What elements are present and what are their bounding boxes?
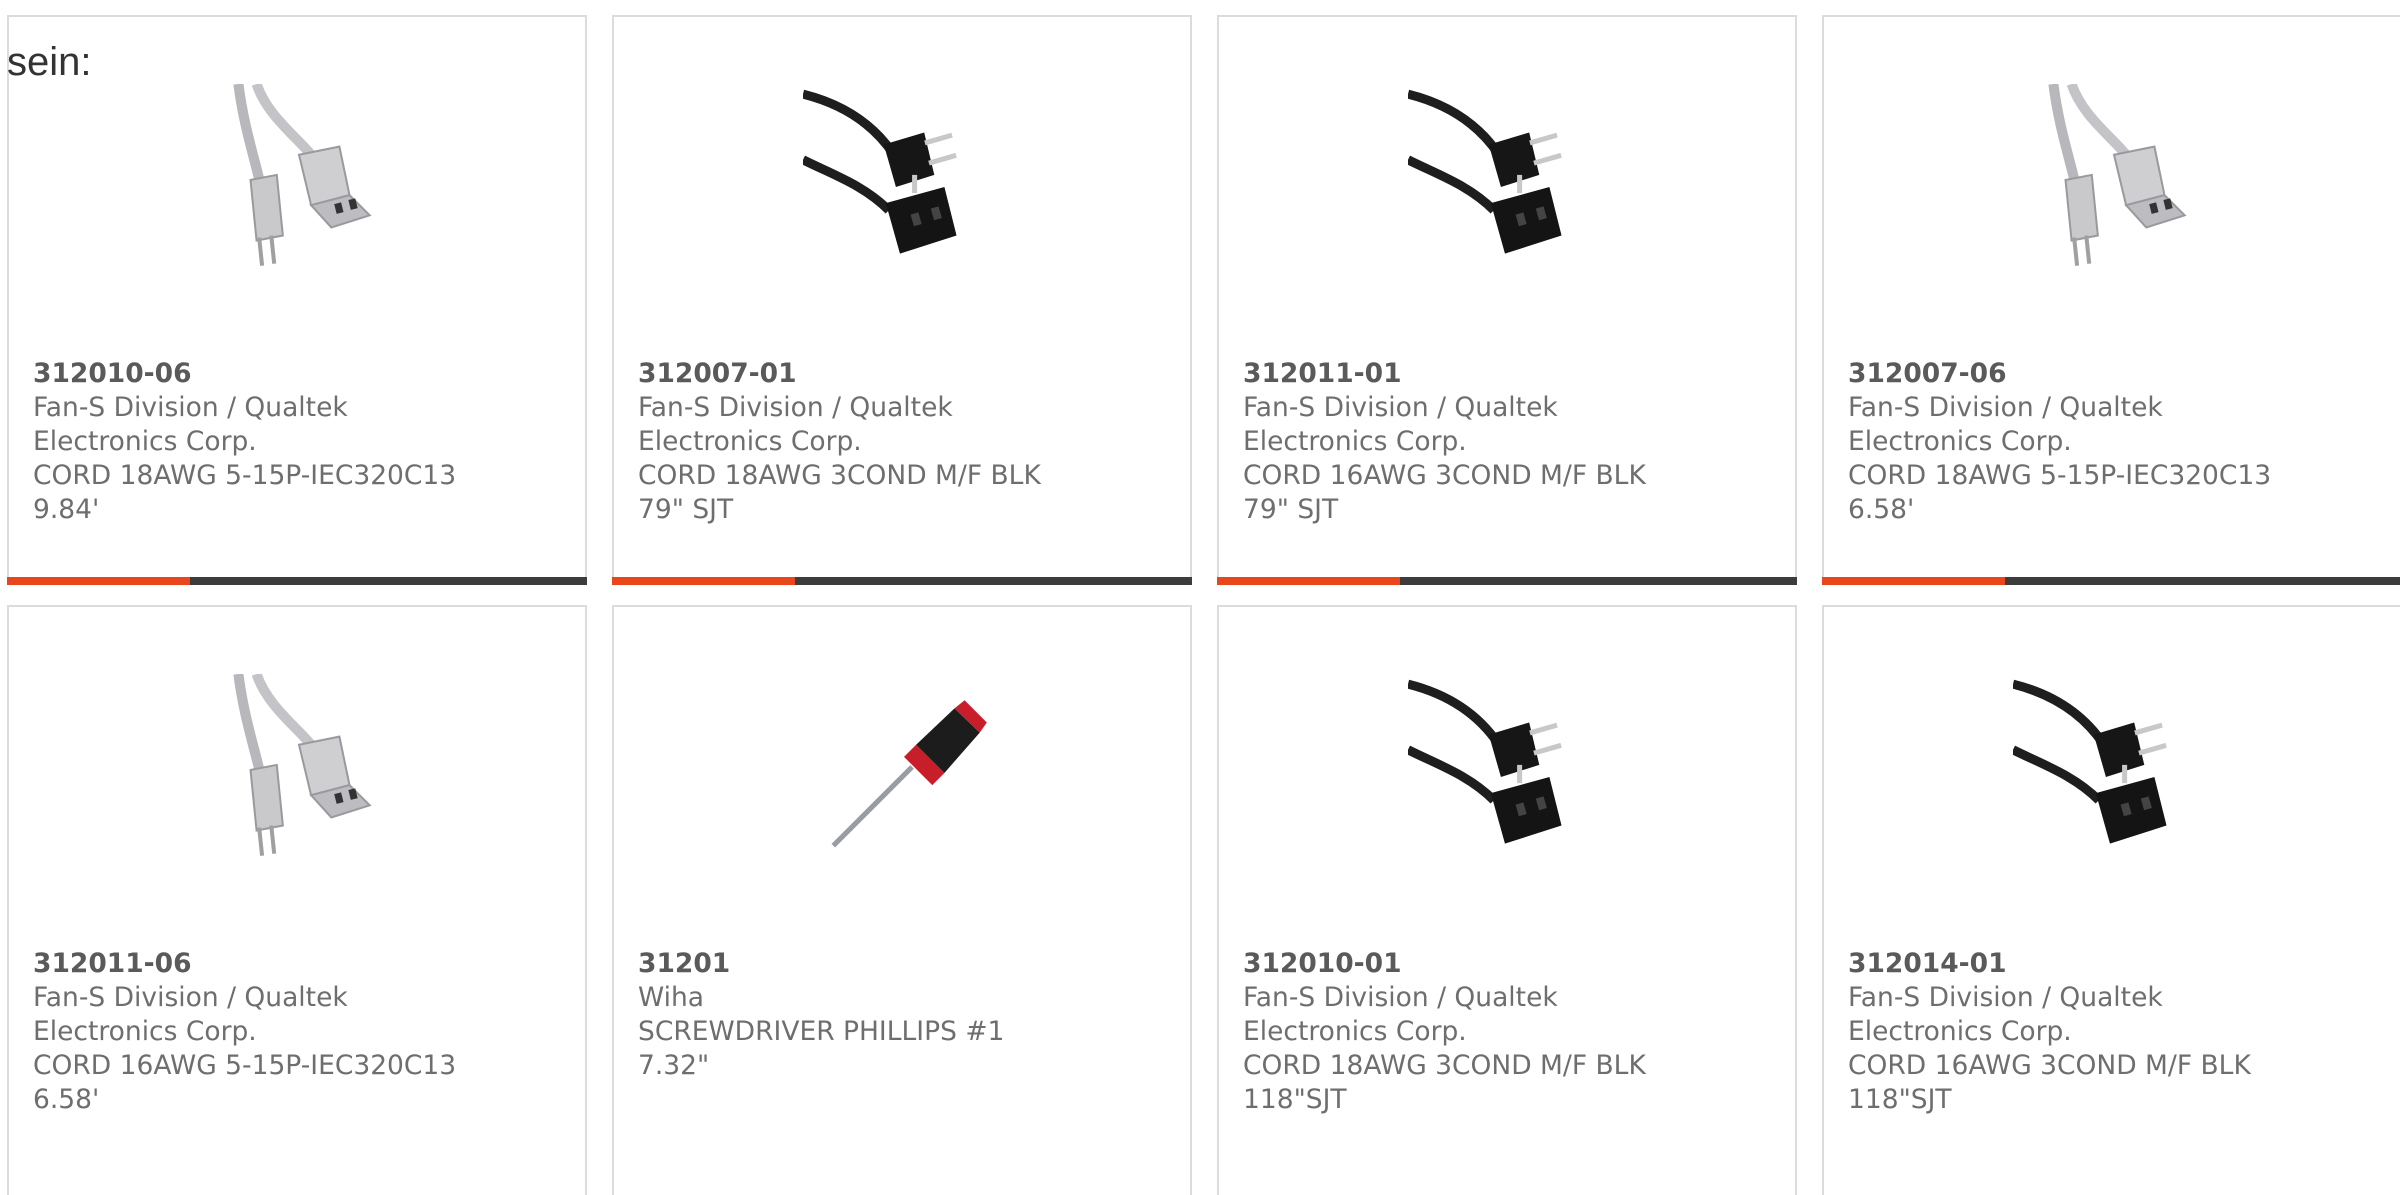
manufacturer: Fan-S Division / Qualtek bbox=[1848, 982, 2163, 1013]
description-line2: 118"SJT bbox=[1848, 1084, 1952, 1115]
product-info: 31201 Wiha SCREWDRIVER PHILLIPS #1 7.32" bbox=[638, 947, 1170, 1083]
card-accent-bar bbox=[612, 577, 1192, 585]
description: CORD 16AWG 3COND M/F BLK bbox=[1243, 460, 1646, 491]
manufacturer-line2: Electronics Corp. bbox=[638, 426, 862, 457]
manufacturer: Fan-S Division / Qualtek bbox=[33, 982, 348, 1013]
description: CORD 16AWG 5-15P-IEC320C13 bbox=[33, 1050, 457, 1081]
card-accent-bar bbox=[7, 577, 587, 585]
part-number[interactable]: 312010-06 bbox=[33, 357, 565, 391]
description: CORD 16AWG 3COND M/F BLK bbox=[1848, 1050, 2251, 1081]
black-power-cord-icon bbox=[1408, 679, 1562, 844]
description-line2: 118"SJT bbox=[1243, 1084, 1347, 1115]
product-info: 312007-06 Fan-S Division / Qualtek Elect… bbox=[1848, 357, 2380, 527]
description-line2: 9.84' bbox=[33, 494, 100, 525]
description: CORD 18AWG 3COND M/F BLK bbox=[638, 460, 1041, 491]
description: SCREWDRIVER PHILLIPS #1 bbox=[638, 1016, 1005, 1047]
product-image[interactable] bbox=[2013, 84, 2215, 286]
manufacturer-line2: Electronics Corp. bbox=[1243, 426, 1467, 457]
part-number[interactable]: 312010-01 bbox=[1243, 947, 1775, 981]
screwdriver-icon bbox=[831, 700, 987, 848]
gray-power-cord-icon bbox=[233, 674, 372, 856]
manufacturer: Fan-S Division / Qualtek bbox=[33, 392, 348, 423]
part-number[interactable]: 312007-06 bbox=[1848, 357, 2380, 391]
part-number[interactable]: 312011-01 bbox=[1243, 357, 1775, 391]
description-line2: 79" SJT bbox=[638, 494, 734, 525]
manufacturer: Fan-S Division / Qualtek bbox=[1243, 392, 1558, 423]
description-line2: 79" SJT bbox=[1243, 494, 1339, 525]
product-card[interactable]: 312011-01 Fan-S Division / Qualtek Elect… bbox=[1217, 15, 1797, 585]
description: CORD 18AWG 5-15P-IEC320C13 bbox=[33, 460, 457, 491]
gray-power-cord-icon bbox=[233, 84, 372, 266]
product-image[interactable] bbox=[198, 674, 400, 876]
manufacturer: Fan-S Division / Qualtek bbox=[638, 392, 953, 423]
product-grid: 312010-06 Fan-S Division / Qualtek Elect… bbox=[7, 15, 2400, 1195]
product-card[interactable]: 312010-06 Fan-S Division / Qualtek Elect… bbox=[7, 15, 587, 585]
black-power-cord-icon bbox=[2013, 679, 2167, 844]
part-number[interactable]: 312011-06 bbox=[33, 947, 565, 981]
product-card[interactable]: 312007-01 Fan-S Division / Qualtek Elect… bbox=[612, 15, 1192, 585]
manufacturer-line2: Electronics Corp. bbox=[1848, 1016, 2072, 1047]
description: CORD 18AWG 5-15P-IEC320C13 bbox=[1848, 460, 2272, 491]
card-accent-bar bbox=[1217, 577, 1797, 585]
product-image[interactable] bbox=[1408, 84, 1610, 286]
product-card[interactable]: 31201 Wiha SCREWDRIVER PHILLIPS #1 7.32" bbox=[612, 605, 1192, 1195]
product-card[interactable]: 312007-06 Fan-S Division / Qualtek Elect… bbox=[1822, 15, 2400, 585]
product-info: 312007-01 Fan-S Division / Qualtek Elect… bbox=[638, 357, 1170, 527]
product-info: 312010-01 Fan-S Division / Qualtek Elect… bbox=[1243, 947, 1775, 1117]
description-line2: 6.58' bbox=[1848, 494, 1915, 525]
product-info: 312011-06 Fan-S Division / Qualtek Elect… bbox=[33, 947, 565, 1117]
product-card[interactable]: 312010-01 Fan-S Division / Qualtek Elect… bbox=[1217, 605, 1797, 1195]
part-number[interactable]: 31201 bbox=[638, 947, 1170, 981]
product-info: 312014-01 Fan-S Division / Qualtek Elect… bbox=[1848, 947, 2380, 1117]
product-image[interactable] bbox=[803, 84, 1005, 286]
manufacturer: Wiha bbox=[638, 982, 705, 1013]
product-card[interactable]: 312014-01 Fan-S Division / Qualtek Elect… bbox=[1822, 605, 2400, 1195]
card-accent-bar bbox=[1822, 577, 2400, 585]
product-image[interactable] bbox=[803, 674, 1005, 876]
manufacturer: Fan-S Division / Qualtek bbox=[1848, 392, 2163, 423]
intro-text: sein: bbox=[7, 40, 92, 84]
product-image[interactable] bbox=[198, 84, 400, 286]
description: CORD 18AWG 3COND M/F BLK bbox=[1243, 1050, 1646, 1081]
part-number[interactable]: 312007-01 bbox=[638, 357, 1170, 391]
black-power-cord-icon bbox=[1408, 89, 1562, 254]
product-image[interactable] bbox=[1408, 674, 1610, 876]
product-card[interactable]: 312011-06 Fan-S Division / Qualtek Elect… bbox=[7, 605, 587, 1195]
manufacturer-line2: Electronics Corp. bbox=[33, 1016, 257, 1047]
manufacturer-line2: Electronics Corp. bbox=[1243, 1016, 1467, 1047]
description-line2: 7.32" bbox=[638, 1050, 710, 1081]
manufacturer-line2: Electronics Corp. bbox=[33, 426, 257, 457]
manufacturer: Fan-S Division / Qualtek bbox=[1243, 982, 1558, 1013]
product-image[interactable] bbox=[2013, 674, 2215, 876]
gray-power-cord-icon bbox=[2048, 84, 2187, 266]
manufacturer-line2: Electronics Corp. bbox=[1848, 426, 2072, 457]
product-info: 312010-06 Fan-S Division / Qualtek Elect… bbox=[33, 357, 565, 527]
part-number[interactable]: 312014-01 bbox=[1848, 947, 2380, 981]
description-line2: 6.58' bbox=[33, 1084, 100, 1115]
black-power-cord-icon bbox=[803, 89, 957, 254]
product-info: 312011-01 Fan-S Division / Qualtek Elect… bbox=[1243, 357, 1775, 527]
